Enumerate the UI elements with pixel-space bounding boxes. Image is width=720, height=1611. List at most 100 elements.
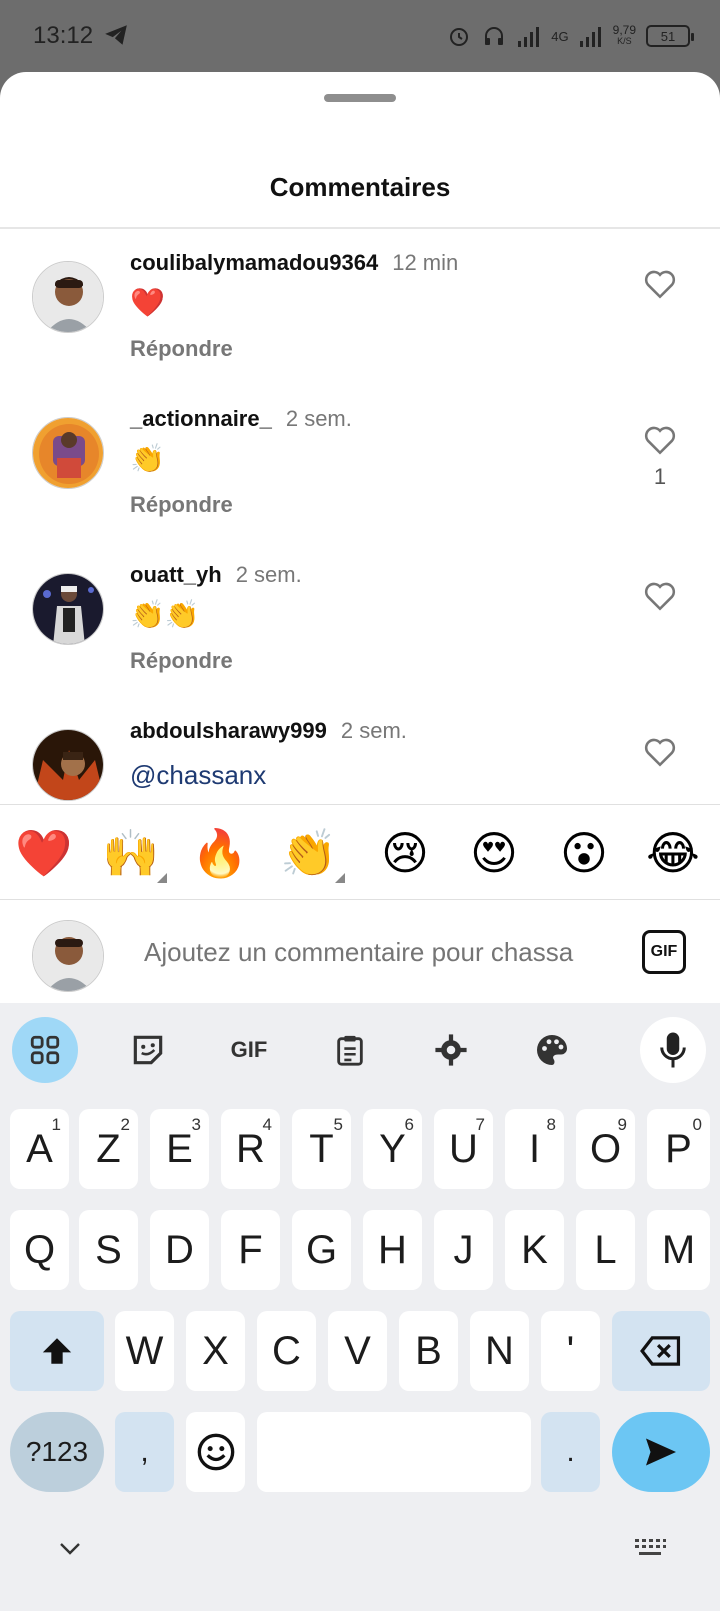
comment-time: 2 sem. [235, 562, 302, 587]
palette-icon[interactable] [519, 1017, 585, 1083]
clipboard-icon[interactable] [317, 1017, 383, 1083]
key-c[interactable]: C [257, 1311, 316, 1391]
emoji-heart-eyes[interactable]: 😍 [464, 823, 524, 883]
key-q[interactable]: Q [10, 1210, 69, 1290]
key-x[interactable]: X [186, 1311, 245, 1391]
drag-handle[interactable] [324, 94, 396, 102]
keyboard-switch-icon[interactable] [633, 1537, 667, 1559]
key-k[interactable]: K [505, 1210, 564, 1290]
reply-button[interactable]: Répondre [130, 492, 233, 518]
signal-icon [518, 27, 540, 47]
key-o[interactable]: O9 [576, 1109, 635, 1189]
comment-text: ❤️ [130, 287, 165, 318]
key-n[interactable]: N [470, 1311, 529, 1391]
comment-text: 👏 [130, 443, 165, 474]
key-label: I [528, 1126, 541, 1171]
period-key[interactable]: . [541, 1412, 600, 1492]
emoji-raised-hands[interactable]: 🙌 [101, 823, 167, 883]
key-h[interactable]: H [363, 1210, 422, 1290]
key-hint: 6 [404, 1115, 414, 1134]
reply-button[interactable]: Répondre [130, 336, 233, 362]
key-label: O [589, 1126, 622, 1171]
sheet-title: Commentaires [269, 172, 451, 202]
send-arrow-icon [646, 1438, 676, 1466]
comment-username[interactable]: ouatt_yh [130, 562, 222, 587]
heart-icon[interactable] [643, 268, 677, 300]
shift-key[interactable] [10, 1311, 104, 1391]
variant-indicator-icon [335, 873, 345, 883]
comment-mention[interactable]: @chassanx [130, 760, 266, 791]
gif-button[interactable]: GIF [642, 930, 686, 974]
telegram-icon [105, 25, 127, 45]
heart-icon[interactable] [643, 580, 677, 612]
key-label: R [236, 1126, 265, 1171]
key-s[interactable]: S [79, 1210, 138, 1290]
emoji-crying[interactable]: 😢 [375, 823, 435, 883]
key-y[interactable]: Y6 [363, 1109, 422, 1189]
sticker-icon[interactable] [115, 1017, 181, 1083]
settings-gear-icon[interactable] [418, 1017, 484, 1083]
space-key[interactable] [257, 1412, 531, 1492]
avatar[interactable] [32, 573, 104, 645]
symbols-key[interactable]: ?123 [10, 1412, 104, 1492]
key-v[interactable]: V [328, 1311, 387, 1391]
emoji-clapping[interactable]: 👏 [279, 823, 345, 883]
keyboard-toolbar: GIF [0, 1003, 720, 1093]
key-u[interactable]: U7 [434, 1109, 493, 1189]
comment-composer: GIF [0, 900, 720, 1003]
heart-icon[interactable] [643, 736, 677, 768]
status-icons: 4G 9,79 K/S 51 [447, 18, 694, 54]
key-label: A [26, 1126, 53, 1171]
emoji-key[interactable] [186, 1412, 245, 1492]
key-b[interactable]: B [399, 1311, 458, 1391]
key-label: T [309, 1126, 334, 1171]
alarm-icon [450, 28, 469, 46]
emoji-clapping-glyph: 👏 [280, 827, 338, 879]
key-hint: 1 [51, 1115, 61, 1134]
key-l[interactable]: L [576, 1210, 635, 1290]
avatar[interactable] [32, 417, 104, 489]
key-e[interactable]: E3 [150, 1109, 209, 1189]
comment-username[interactable]: coulibalymamadou9364 [130, 250, 378, 275]
headphones-icon [485, 27, 504, 45]
chevron-down-icon[interactable] [58, 1541, 82, 1557]
emoji-fire[interactable]: 🔥 [190, 823, 250, 883]
comment-input[interactable] [144, 930, 614, 974]
key-m[interactable]: M [647, 1210, 710, 1290]
key-label: P [665, 1126, 692, 1171]
key-label: U [449, 1126, 478, 1171]
composer-avatar [32, 920, 104, 992]
comment-list[interactable]: coulibalymamadou9364 12 min ❤️ Répondre _… [0, 232, 720, 872]
send-key[interactable] [612, 1412, 710, 1492]
key-hint: 2 [120, 1115, 130, 1134]
comment-username[interactable]: _actionnaire_ [130, 406, 272, 431]
key-f[interactable]: F [221, 1210, 280, 1290]
avatar[interactable] [32, 729, 104, 801]
emoji-surprised[interactable]: 😮 [554, 823, 614, 883]
key-label: E [166, 1126, 193, 1171]
key-z[interactable]: Z2 [79, 1109, 138, 1189]
reply-button[interactable]: Répondre [130, 648, 233, 674]
key-hint: 8 [546, 1115, 556, 1134]
key-i[interactable]: I8 [505, 1109, 564, 1189]
key-j[interactable]: J [434, 1210, 493, 1290]
microphone-icon[interactable] [640, 1017, 706, 1083]
comment-item: _actionnaire_ 2 sem. 👏 Répondre 1 [0, 388, 720, 548]
key-apostrophe[interactable]: ' [541, 1311, 600, 1391]
key-t[interactable]: T5 [292, 1109, 351, 1189]
avatar[interactable] [32, 261, 104, 333]
emoji-heart[interactable]: ❤️ [14, 823, 74, 883]
keyboard-gif-button[interactable]: GIF [216, 1017, 282, 1083]
comment-username[interactable]: abdoulsharawy999 [130, 718, 327, 743]
key-r[interactable]: R4 [221, 1109, 280, 1189]
key-g[interactable]: G [292, 1210, 351, 1290]
apps-grid-icon[interactable] [12, 1017, 78, 1083]
key-p[interactable]: P0 [647, 1109, 710, 1189]
key-w[interactable]: W [115, 1311, 174, 1391]
heart-icon[interactable] [643, 424, 677, 456]
emoji-laughing[interactable]: 😂 [643, 823, 703, 883]
backspace-key[interactable] [612, 1311, 710, 1391]
key-d[interactable]: D [150, 1210, 209, 1290]
comma-key[interactable]: , [115, 1412, 174, 1492]
key-a[interactable]: A1 [10, 1109, 69, 1189]
